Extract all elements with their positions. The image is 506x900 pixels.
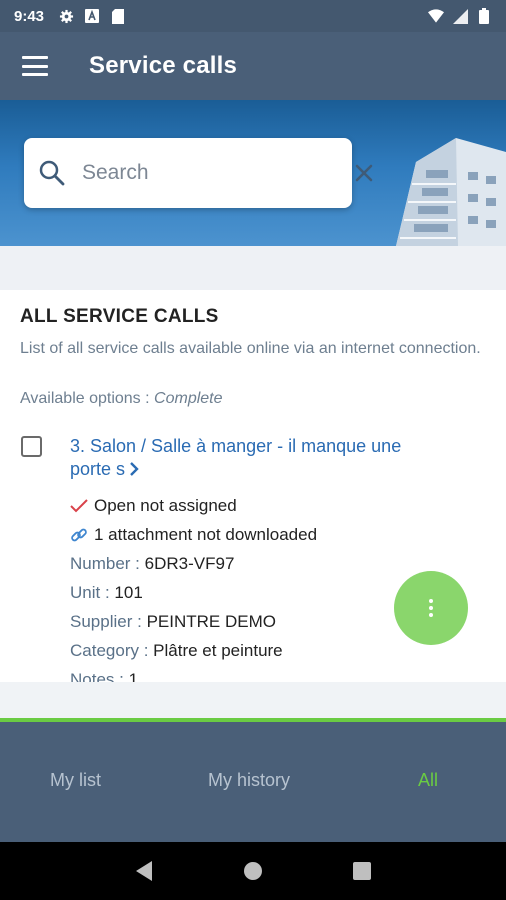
tab-all[interactable]: All <box>418 770 438 791</box>
page-title: Service calls <box>89 52 238 79</box>
search-input[interactable] <box>82 161 353 185</box>
tab-my-history[interactable]: My history <box>208 770 290 791</box>
signal-icon <box>452 8 468 24</box>
chevron-right-icon <box>129 460 139 483</box>
tab-my-list[interactable]: My list <box>50 770 101 791</box>
wifi-icon <box>428 8 444 24</box>
notes-label: Notes : <box>70 670 124 682</box>
supplier-label: Supplier : <box>70 612 142 631</box>
notes-value: 1 <box>128 670 139 682</box>
more-options-fab[interactable] <box>394 571 468 645</box>
tab-indicator-line <box>0 718 506 722</box>
number-value: 6DR3-VF97 <box>144 554 235 573</box>
unit-value: 101 <box>114 583 143 602</box>
supplier-value: PEINTRE DEMO <box>146 612 276 631</box>
close-icon[interactable] <box>353 162 375 184</box>
battery-icon <box>476 8 492 24</box>
gear-icon <box>58 8 74 24</box>
back-icon[interactable] <box>132 859 156 883</box>
attachment-text: 1 attachment not downloaded <box>94 525 318 544</box>
category-row: Category : Plâtre et peinture <box>70 641 283 661</box>
home-icon[interactable] <box>241 859 265 883</box>
unit-row: Unit : 101 <box>70 583 143 603</box>
recents-icon[interactable] <box>350 859 374 883</box>
number-row: Number : 6DR3-VF97 <box>70 554 234 574</box>
spacer <box>0 246 506 290</box>
hamburger-menu-icon[interactable] <box>22 56 48 76</box>
options-value: Complete <box>154 390 223 407</box>
more-vert-icon <box>429 599 433 603</box>
system-nav-bar <box>0 842 506 900</box>
item-checkbox[interactable] <box>21 436 42 457</box>
service-call-title[interactable]: 3. Salon / Salle à manger - il manque un… <box>70 435 410 483</box>
status-text: Open not assigned <box>94 496 237 515</box>
available-options: Available options : Complete <box>20 390 223 408</box>
header-banner <box>0 100 506 246</box>
status-time: 9:43 <box>14 7 45 25</box>
check-icon <box>70 497 90 515</box>
status-line: Open not assigned <box>70 496 237 516</box>
link-icon <box>70 526 90 544</box>
section-description: List of all service calls available onli… <box>20 340 481 357</box>
category-value: Plâtre et peinture <box>153 641 283 660</box>
options-label: Available options : <box>20 390 150 407</box>
category-label: Category : <box>70 641 149 660</box>
a-box-icon <box>84 8 100 24</box>
unit-label: Unit : <box>70 583 110 602</box>
notes-row: Notes : 1 <box>70 670 138 682</box>
number-label: Number : <box>70 554 140 573</box>
service-call-title-text: 3. Salon / Salle à manger - il manque un… <box>70 436 402 479</box>
bottom-tab-bar: My list My history All <box>0 718 506 842</box>
search-box <box>24 138 373 208</box>
status-bar: 9:43 <box>0 0 506 32</box>
section-title: ALL SERVICE CALLS <box>20 306 219 327</box>
attachment-line: 1 attachment not downloaded <box>70 525 317 545</box>
app-bar: Service calls <box>0 32 506 100</box>
search-icon[interactable] <box>38 159 66 187</box>
supplier-row: Supplier : PEINTRE DEMO <box>70 612 276 632</box>
sd-card-icon <box>110 8 126 24</box>
